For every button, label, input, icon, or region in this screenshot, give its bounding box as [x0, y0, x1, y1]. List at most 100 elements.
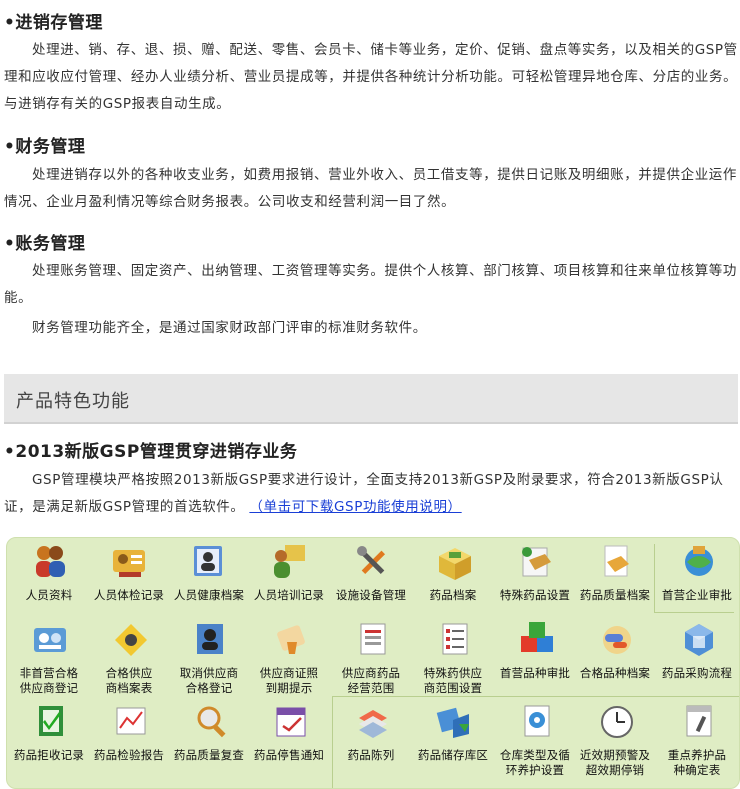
feature-label: 重点养护品 种确定表: [667, 748, 727, 777]
pills-icon: [603, 626, 631, 654]
feature-item[interactable]: 首营品种审批: [495, 616, 575, 696]
document-list-icon: [360, 623, 386, 655]
feature-label: 供应商证照 到期提示: [259, 666, 319, 695]
feature-label: 药品检验报告: [93, 748, 165, 762]
gsp-download-link[interactable]: （单击可下载GSP功能使用说明）: [249, 499, 461, 515]
feature-item[interactable]: 药品质量复查: [169, 698, 249, 778]
feature-item[interactable]: 人员健康档案: [169, 538, 249, 618]
feature-item[interactable]: 药品档案: [413, 538, 493, 618]
id-card-icon: [113, 550, 145, 577]
section-title-accounting: •账务管理: [4, 234, 86, 254]
feature-item[interactable]: 药品停售通知: [249, 698, 329, 778]
supplier-group-icon: [34, 628, 66, 652]
supplier-cards-icon: [115, 624, 147, 656]
shelf-icon: [359, 710, 387, 738]
feature-label: 近效期预警及 超效期停销: [579, 748, 651, 777]
gsp-text: GSP管理模块严格按照2013新版GSP要求进行设计，全面支持2013新GSP及…: [4, 467, 740, 521]
feature-label: 药品停售通知: [253, 748, 325, 762]
feature-item[interactable]: 供应商证照 到期提示: [249, 616, 329, 696]
quality-box-icon: [604, 545, 629, 577]
feature-banner: 产品特色功能: [4, 374, 738, 424]
reject-record-icon: [39, 706, 63, 736]
feature-label: 人员健康档案: [173, 588, 245, 602]
feature-label: 特殊药供应 商范围设置: [423, 666, 483, 695]
medicine-box-icon: [439, 548, 471, 580]
tools-icon: [357, 546, 386, 575]
gear-doc-icon: [524, 705, 550, 737]
feature-label: 设施设备管理: [335, 588, 407, 602]
blocks-icon: [521, 622, 553, 652]
warehouse-icon: [436, 707, 469, 738]
feature-label: 药品陈列: [347, 748, 395, 762]
accounting-paragraph-1: 处理账务管理、固定资产、出纳管理、工资管理等实务。提供个人核算、部门核算、项目核…: [4, 263, 737, 306]
feature-label: 首营企业审批: [661, 588, 733, 602]
feature-label: 药品质量档案: [579, 588, 651, 602]
feature-item[interactable]: 药品质量档案: [575, 538, 655, 618]
feature-label: 合格品种档案: [579, 666, 651, 680]
calendar-icon: [276, 707, 306, 737]
feature-item[interactable]: 人员资料: [9, 538, 89, 618]
inventory-paragraph: 处理进、销、存、退、损、赠、配送、零售、会员卡、储卡等业务，定价、促销、盘点等实…: [4, 42, 738, 112]
cancel-supplier-icon: [197, 624, 223, 654]
feature-item[interactable]: 药品拒收记录: [9, 698, 89, 778]
feature-item[interactable]: 近效期预警及 超效期停销: [575, 698, 655, 778]
feature-label: 人员资料: [25, 588, 73, 602]
section-title-finance: •财务管理: [4, 137, 86, 157]
feature-label: 药品拒收记录: [13, 748, 85, 762]
feature-item[interactable]: 设施设备管理: [331, 538, 411, 618]
globe-building-icon: [685, 546, 713, 576]
feature-banner-title: 产品特色功能: [16, 391, 130, 412]
panel-divider: [332, 696, 739, 697]
clock-icon: [601, 706, 633, 738]
feature-label: 合格供应 商档案表: [105, 666, 153, 695]
section-text-inventory: 处理进、销、存、退、损、赠、配送、零售、会员卡、储卡等业务，定价、促销、盘点等实…: [4, 37, 740, 118]
finance-paragraph: 处理进销存以外的各种收支业务，如费用报销、营业外收入、员工借支等，提供日记账及明…: [4, 167, 737, 210]
feature-label: 特殊药品设置: [499, 588, 571, 602]
feature-item[interactable]: 人员体检记录: [89, 538, 169, 618]
feature-item[interactable]: 首营企业审批: [657, 538, 737, 618]
feature-panel: 人员资料 人员体检记录 人员健康档案 人员培训记录 设施设备管理 药品档案 特殊药品设置 药品…: [6, 537, 740, 789]
feature-label: 药品储存库区: [417, 748, 489, 762]
feature-item[interactable]: 特殊药供应 商范围设置: [413, 616, 493, 696]
purchase-flow-icon: [685, 624, 713, 656]
feature-item[interactable]: 取消供应商 合格登记: [169, 616, 249, 696]
feature-item[interactable]: 药品采购流程: [657, 616, 737, 696]
person-folder-icon: [194, 546, 222, 576]
feature-item[interactable]: 非首营合格 供应商登记: [9, 616, 89, 696]
feature-item[interactable]: 人员培训记录: [249, 538, 329, 618]
feature-label: 首营品种审批: [499, 666, 571, 680]
feature-label: 取消供应商 合格登记: [179, 666, 239, 695]
feature-label: 药品采购流程: [661, 666, 733, 680]
feature-item[interactable]: 仓库类型及循 环养护设置: [495, 698, 575, 778]
feature-item[interactable]: 合格品种档案: [575, 616, 655, 696]
feature-label: 仓库类型及循 环养护设置: [499, 748, 571, 777]
feature-item[interactable]: 供应商药品 经营范围: [331, 616, 411, 696]
feature-label: 人员体检记录: [93, 588, 165, 602]
feature-item[interactable]: 重点养护品 种确定表: [657, 698, 737, 778]
feature-label: 供应商药品 经营范围: [341, 666, 401, 695]
gsp-title: •2013新版GSP管理贯穿进销存业务: [4, 442, 298, 462]
magnifier-icon: [197, 706, 226, 738]
maintenance-doc-icon: [686, 705, 712, 737]
feature-label: 药品质量复查: [173, 748, 245, 762]
feature-label: 药品档案: [429, 588, 477, 602]
special-box-icon: [522, 547, 551, 577]
feature-item[interactable]: 药品陈列: [331, 698, 411, 778]
accounting-paragraph-2: 财务管理功能齐全，是通过国家财政部门评审的标准财务软件。: [32, 320, 427, 336]
presenter-icon: [274, 545, 305, 578]
checklist-icon: [442, 623, 468, 655]
feature-label: 人员培训记录: [253, 588, 325, 602]
report-chart-icon: [116, 707, 146, 735]
people-icon: [36, 546, 65, 577]
feature-item[interactable]: 特殊药品设置: [495, 538, 575, 618]
page: •进销存管理 处理进、销、存、退、损、赠、配送、零售、会员卡、储卡等业务，定价、…: [0, 0, 740, 789]
section-title-inventory: •进销存管理: [4, 13, 103, 33]
feature-label: 非首营合格 供应商登记: [19, 666, 79, 695]
feature-item[interactable]: 药品储存库区: [413, 698, 493, 778]
section-text-accounting-2: 财务管理功能齐全，是通过国家财政部门评审的标准财务软件。: [4, 315, 740, 342]
feature-item[interactable]: 合格供应 商档案表: [89, 616, 169, 696]
section-text-finance: 处理进销存以外的各种收支业务，如费用报销、营业外收入、员工借支等，提供日记账及明…: [4, 162, 740, 216]
license-scroll-icon: [277, 625, 305, 654]
feature-item[interactable]: 药品检验报告: [89, 698, 169, 778]
section-text-accounting: 处理账务管理、固定资产、出纳管理、工资管理等实务。提供个人核算、部门核算、项目核…: [4, 258, 740, 312]
